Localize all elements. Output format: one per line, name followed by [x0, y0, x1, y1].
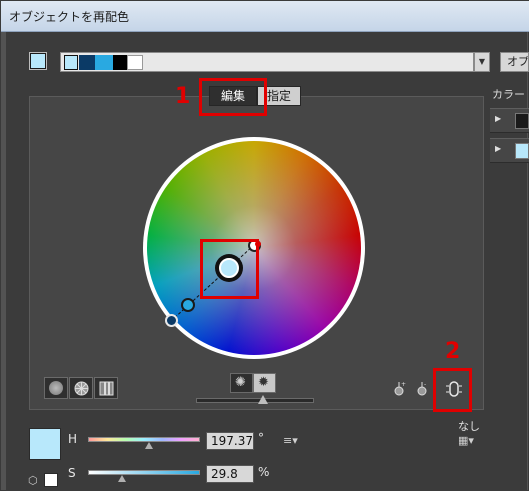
color-bars-icon — [99, 381, 114, 396]
show-saturation-button[interactable]: ✺ — [230, 373, 253, 393]
hue-slider-knob[interactable] — [145, 442, 153, 449]
segmented-wheel-button[interactable] — [69, 377, 93, 399]
smooth-wheel-icon — [49, 381, 63, 395]
none-label: なし — [458, 420, 480, 433]
segmented-wheel-icon — [74, 381, 89, 396]
hue-unit: ° — [258, 431, 264, 445]
saturation-value-field[interactable]: 29.8 — [206, 465, 254, 483]
brightness-slider-knob[interactable] — [258, 395, 268, 404]
harmony-node-navy[interactable] — [165, 314, 178, 327]
color-bars-button[interactable] — [94, 377, 118, 399]
link-harmony-colors-icon[interactable] — [444, 380, 464, 398]
harmony-link-lines — [170, 244, 255, 322]
saturation-slider[interactable] — [88, 470, 200, 475]
remove-color-tool-icon[interactable]: - — [415, 380, 431, 396]
secondary-color-swatch[interactable] — [44, 473, 58, 487]
color-group-grid-icon[interactable]: ▦▾ — [458, 434, 474, 447]
harmony-node-blue[interactable] — [181, 298, 195, 312]
hue-slider[interactable] — [88, 437, 200, 442]
saturation-label: S — [68, 466, 76, 480]
add-color-tool-icon[interactable]: + — [392, 380, 408, 396]
svg-text:+: + — [401, 381, 406, 388]
hue-value-field[interactable]: 197.37 — [206, 432, 254, 450]
saturation-slider-knob[interactable] — [118, 475, 126, 482]
color-model-icon[interactable]: ⬡ — [28, 474, 38, 487]
smooth-wheel-button[interactable] — [44, 377, 68, 399]
show-brightness-button[interactable]: ✹ — [253, 373, 276, 393]
hue-label: H — [68, 432, 78, 446]
callout-box-3 — [200, 239, 259, 299]
brightness-slider[interactable] — [196, 398, 314, 403]
svg-text:-: - — [424, 381, 426, 388]
selected-color-swatch[interactable] — [29, 428, 61, 460]
saturation-unit: % — [258, 465, 270, 479]
sun-outline-icon: ✹ — [258, 375, 269, 390]
slider-menu-icon[interactable]: ≡▾ — [283, 434, 298, 447]
sun-icon: ✺ — [235, 375, 246, 390]
